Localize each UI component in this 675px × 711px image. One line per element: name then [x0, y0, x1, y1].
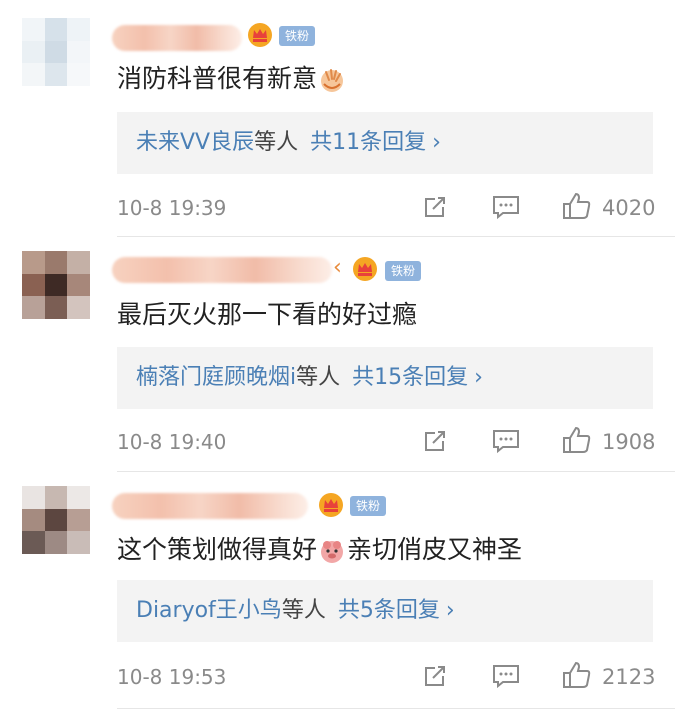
reply-names[interactable]: 未来VV良辰 [136, 130, 254, 155]
comment-item: ‹ 铁粉 最后灭火那一下看的好过瘾 楠落门庭顾晚烟i等人 共15条回复 › 10-8… [0, 237, 675, 473]
divider [117, 708, 675, 709]
crown-badge-icon [248, 23, 272, 47]
reply-others: 等人 [254, 130, 299, 155]
avatar[interactable] [22, 486, 90, 554]
comment-icon[interactable] [491, 663, 521, 689]
like-icon[interactable] [561, 424, 593, 456]
clap-hands-emoji-icon [321, 69, 344, 92]
chevron-right-icon[interactable]: › [446, 598, 455, 623]
comment-item: 铁粉 这个策划做得真好 亲切俏皮又神圣 Diaryof王小鸟等人 共5条回复 › 1… [0, 472, 675, 711]
reply-names[interactable]: Diaryof王小鸟 [136, 598, 282, 623]
comment-text: 最后灭火那一下看的好过瘾 [117, 300, 418, 329]
avatar[interactable] [22, 251, 90, 319]
reply-others: 等人 [281, 598, 326, 623]
comment-date: 10-8 19:53 [117, 665, 227, 689]
comment-icon[interactable] [491, 194, 521, 220]
like-count: 1908 [602, 430, 656, 454]
reply-summary[interactable]: 未来VV良辰等人 共11条回复 › [117, 112, 653, 174]
chevron-right-icon[interactable]: › [432, 130, 441, 155]
reply-count[interactable]: 共15条回复 [352, 365, 468, 390]
reply-summary[interactable]: 楠落门庭顾晚烟i等人 共15条回复 › [117, 347, 653, 409]
reply-count[interactable]: 共5条回复 [338, 598, 440, 623]
reply-summary[interactable]: Diaryof王小鸟等人 共5条回复 › [117, 580, 653, 642]
reply-others: 等人 [296, 365, 341, 390]
comment-date: 10-8 19:40 [117, 430, 227, 454]
username-blurred[interactable] [112, 257, 332, 283]
share-icon[interactable] [421, 193, 449, 221]
crown-badge-icon [353, 257, 377, 281]
reply-names[interactable]: 楠落门庭顾晚烟i [136, 365, 296, 390]
username-blurred[interactable] [112, 493, 308, 519]
comment-text: 这个策划做得真好 亲切俏皮又神圣 [117, 535, 523, 564]
comment-text: 消防科普很有新意 [117, 63, 347, 95]
like-count: 2123 [602, 665, 656, 689]
comment-date: 10-8 19:39 [117, 196, 227, 220]
like-count: 4020 [602, 196, 656, 220]
crown-badge-icon [319, 493, 343, 517]
cute-pig-emoji-icon [321, 541, 344, 563]
like-icon[interactable] [561, 190, 593, 222]
chevron-right-icon[interactable]: › [474, 365, 483, 390]
fan-badge: 铁粉 [385, 261, 422, 281]
share-icon[interactable] [421, 662, 449, 690]
fan-badge: 铁粉 [279, 26, 316, 46]
chevron-left-icon: ‹ [333, 255, 342, 280]
comment-item: 铁粉 消防科普很有新意 未来VV良辰等人 共11条回复 › 10-8 19:39 4… [0, 0, 675, 237]
reply-count[interactable]: 共11条回复 [310, 130, 426, 155]
share-icon[interactable] [421, 427, 449, 455]
username-blurred[interactable] [112, 25, 242, 51]
comment-icon[interactable] [491, 428, 521, 454]
fan-badge: 铁粉 [350, 496, 387, 516]
avatar[interactable] [22, 18, 90, 86]
like-icon[interactable] [561, 659, 593, 691]
